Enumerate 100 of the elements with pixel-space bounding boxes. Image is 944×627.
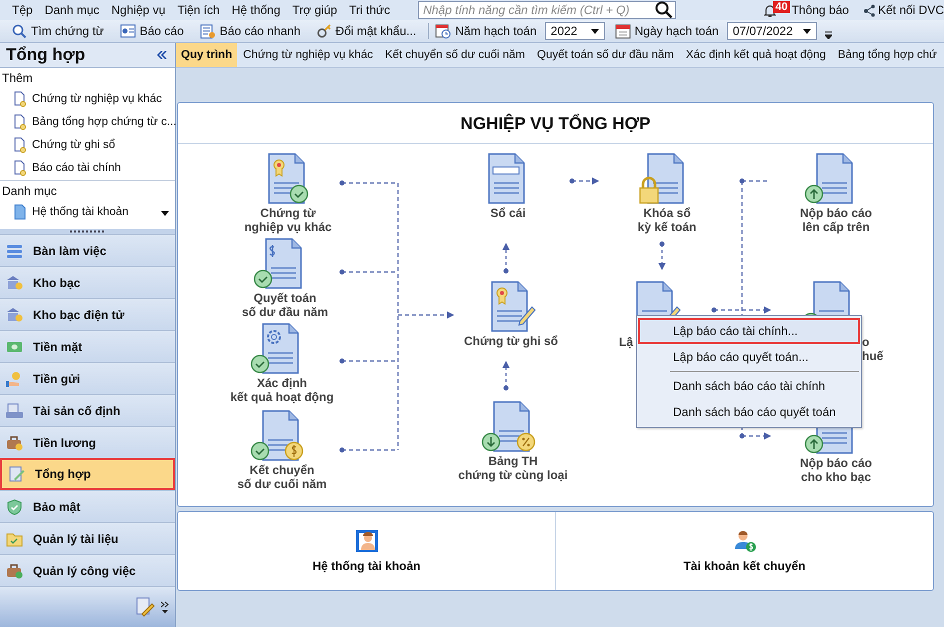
step-label: Nộp báo cáo cho kho bạc [800, 456, 872, 484]
sidebar-link[interactable]: Báo cáo tài chính [32, 162, 121, 174]
menu-item[interactable]: Lập báo cáo quyết toán... [638, 344, 860, 370]
sidebar-link[interactable]: Hệ thống tài khoản [32, 206, 129, 218]
bell-icon[interactable] [764, 4, 776, 16]
nav-item[interactable]: Bàn làm việc [0, 234, 175, 266]
connector-arrow [570, 177, 600, 185]
sidebar-link[interactable]: Chứng từ nghiệp vụ khác [32, 92, 162, 104]
network-icon[interactable] [862, 4, 876, 16]
menu-item[interactable]: Danh mục [38, 3, 106, 17]
bank-icon [6, 306, 23, 322]
printer-icon [6, 402, 23, 418]
toolbar-button[interactable]: Tìm chứng từ [6, 21, 110, 41]
step-label: Chứng từ nghiệp vụ khác [244, 206, 332, 234]
tab[interactable]: Chứng từ nghiệp vụ khác [237, 43, 379, 67]
shortcut-button[interactable]: Tài khoản kết chuyển [555, 512, 933, 590]
search-icon[interactable] [655, 1, 674, 19]
menu-item[interactable]: Lập báo cáo tài chính... [638, 318, 860, 344]
notification-count: 40 [773, 1, 790, 13]
search-field[interactable]: Nhập tính năng cần tìm kiếm (Ctrl + Q) [418, 1, 676, 19]
connector-arrow [502, 242, 510, 274]
connect-link[interactable]: Kết nối DVC [878, 3, 944, 17]
step-label: Kết chuyển số dư cuối năm [237, 463, 327, 491]
menu-item[interactable]: Danh sách báo cáo quyết toán [638, 399, 860, 425]
nav-item[interactable]: Tiền lương [0, 426, 175, 458]
toolbar-button[interactable]: Báo cáo nhanh [194, 21, 307, 41]
sidebar-title: Tổng hợp [6, 45, 86, 65]
tab[interactable]: Kết chuyển số dư cuối năm [378, 43, 531, 67]
toolbar-button[interactable]: Báo cáo [114, 21, 190, 41]
step-label: Chứng từ ghi sổ [464, 334, 558, 348]
step-label: Xác định kết quả hoạt động [230, 376, 334, 404]
caret-icon[interactable] [161, 211, 169, 216]
caret-icon [590, 28, 599, 34]
menu-item[interactable]: Tệp [6, 3, 39, 17]
calendar-clock-icon [435, 23, 452, 39]
menu-item[interactable]: Danh sách báo cáo tài chính [638, 373, 860, 399]
nav-item[interactable]: Kho bạc [0, 266, 175, 298]
shortcut-button[interactable]: Hệ thống tài khoản [178, 512, 555, 590]
nav-item[interactable]: Quản lý tài liệu [0, 522, 175, 554]
desk-icon [6, 242, 23, 258]
notifications-link[interactable]: Thông báo [792, 3, 849, 17]
nav-item[interactable]: Tài sản cố định [0, 394, 175, 426]
sidebar-link[interactable]: Chứng từ ghi sổ [32, 138, 116, 150]
nav-item[interactable]: Tổng hợp [0, 458, 175, 490]
nav-item[interactable]: Tiền mặt [0, 330, 175, 362]
folder-icon [6, 530, 23, 546]
menu-item[interactable]: Tiện ích [171, 3, 226, 17]
step-label: Bảng TH chứng từ cùng loại [458, 454, 568, 482]
nav-item[interactable]: Kho bạc điện tử [0, 298, 175, 330]
menu-item[interactable]: Trợ giúp [286, 3, 344, 17]
connector-arrow [502, 360, 510, 390]
tab[interactable]: Quy trình [176, 43, 238, 67]
section-heading: Thêm [1, 70, 34, 87]
tab[interactable]: Quyết toán số dư đầu năm [531, 43, 680, 67]
step-label: Khóa sổ kỳ kế toán [638, 206, 696, 234]
step-label: Sổ cái [490, 206, 526, 220]
tab[interactable]: Xác định kết quả hoạt động [680, 43, 832, 67]
section-heading: Danh mục [1, 183, 58, 200]
document-icon [14, 136, 26, 152]
menu-item[interactable]: Nghiệp vụ [105, 3, 172, 17]
tab[interactable]: Bảng tổng hợp chứ [832, 43, 943, 67]
step-label: Lậ [619, 335, 634, 349]
briefcase-icon [6, 434, 23, 450]
step-label: o huế [862, 335, 884, 363]
bank-icon [6, 274, 23, 290]
briefcase-icon [6, 562, 23, 578]
nav-item[interactable]: Quản lý công việc [0, 554, 175, 586]
caret-icon [802, 28, 811, 34]
step-label: Nộp báo cáo lên cấp trên [800, 206, 872, 234]
nav-item[interactable]: Tiền gửi [0, 362, 175, 394]
step-label: Quyết toán số dư đầu năm [242, 291, 328, 319]
collapse-icon[interactable] [157, 51, 167, 59]
document-icon [14, 160, 26, 176]
download-percent-icon[interactable] [480, 401, 538, 453]
calendar-icon [614, 23, 631, 39]
report-list-icon [200, 24, 216, 38]
shield-icon [6, 498, 23, 514]
toolbar-button[interactable]: Đổi mật khẩu... [310, 21, 422, 41]
key-icon [316, 24, 332, 38]
menu-item[interactable]: Hệ thống [226, 3, 286, 17]
menu-item[interactable]: Tri thức [343, 3, 396, 17]
date-label: Ngày hạch toán [634, 24, 719, 38]
person-board-icon [354, 529, 378, 553]
person-dollar-icon [732, 529, 756, 553]
document-icon [14, 204, 26, 220]
nav-item[interactable]: Bảo mật [0, 490, 175, 522]
connector-arrow [658, 242, 666, 270]
chevron-more-icon[interactable] [161, 600, 169, 614]
sidebar-link[interactable]: Bảng tổng hợp chứng từ c... [32, 116, 176, 128]
year-dropdown[interactable]: 2022 [544, 22, 605, 40]
search-icon [12, 24, 27, 38]
year-label: Năm hạch toán [455, 24, 537, 38]
edit-document-icon[interactable] [135, 597, 155, 617]
coin-hand-icon [6, 370, 23, 386]
splitter-handle[interactable] [70, 230, 106, 233]
document-icon [14, 114, 26, 130]
diagram-title: NGHIỆP VỤ TỔNG HỢP [178, 103, 933, 144]
date-dropdown[interactable]: 07/07/2022 [726, 22, 817, 40]
overflow-icon[interactable] [824, 31, 832, 39]
document-icon [14, 90, 26, 106]
